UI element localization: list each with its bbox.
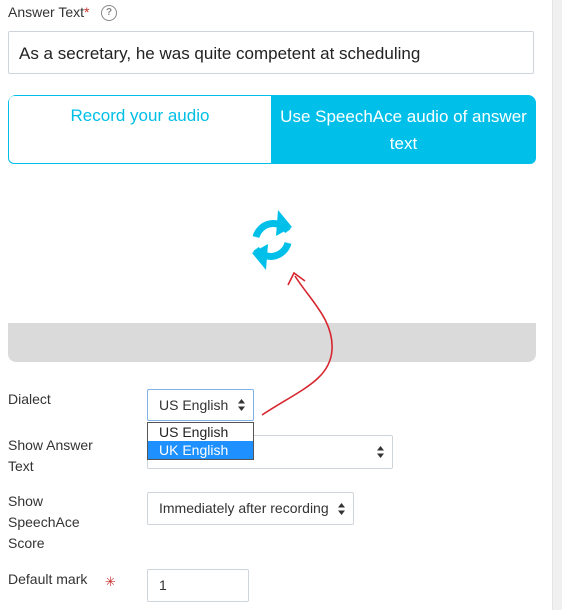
- default-mark-label: Default mark: [8, 571, 88, 587]
- dialect-option-us[interactable]: US English: [148, 423, 253, 441]
- answer-text-input[interactable]: As a secretary, he was quite competent a…: [8, 31, 534, 74]
- show-answer-text-label: Show Answer Text: [8, 437, 93, 474]
- answer-text-label: Answer Text*: [8, 4, 90, 20]
- tab-record-audio[interactable]: Record your audio: [8, 95, 271, 164]
- show-score-label: Show SpeechAce Score: [8, 493, 80, 551]
- select-arrows-icon: [377, 446, 384, 458]
- required-mark: *: [84, 4, 90, 20]
- default-mark-input[interactable]: 1: [147, 569, 249, 602]
- refresh-icon: [252, 210, 292, 270]
- dialect-option-uk[interactable]: UK English: [148, 441, 253, 459]
- audio-player-bar: [8, 323, 536, 362]
- page-scrollbar[interactable]: [552, 0, 562, 610]
- select-arrows-icon: [238, 399, 245, 411]
- select-arrows-icon: [338, 502, 345, 515]
- show-score-select[interactable]: Immediately after recording: [147, 492, 354, 525]
- question-circle-icon[interactable]: ?: [101, 5, 117, 21]
- show-score-value: Immediately after recording: [159, 500, 329, 516]
- asterisk-icon: ✳: [105, 574, 116, 589]
- audio-source-panel: Record your audio Use SpeechAce audio of…: [8, 95, 536, 362]
- dialect-select-value: US English: [159, 397, 229, 413]
- tab-speechace-audio[interactable]: Use SpeechAce audio of answer text: [271, 95, 536, 164]
- dialect-select[interactable]: US English: [147, 389, 254, 421]
- dialect-dropdown-list: US English UK English: [147, 422, 254, 460]
- dialect-label: Dialect: [8, 391, 51, 407]
